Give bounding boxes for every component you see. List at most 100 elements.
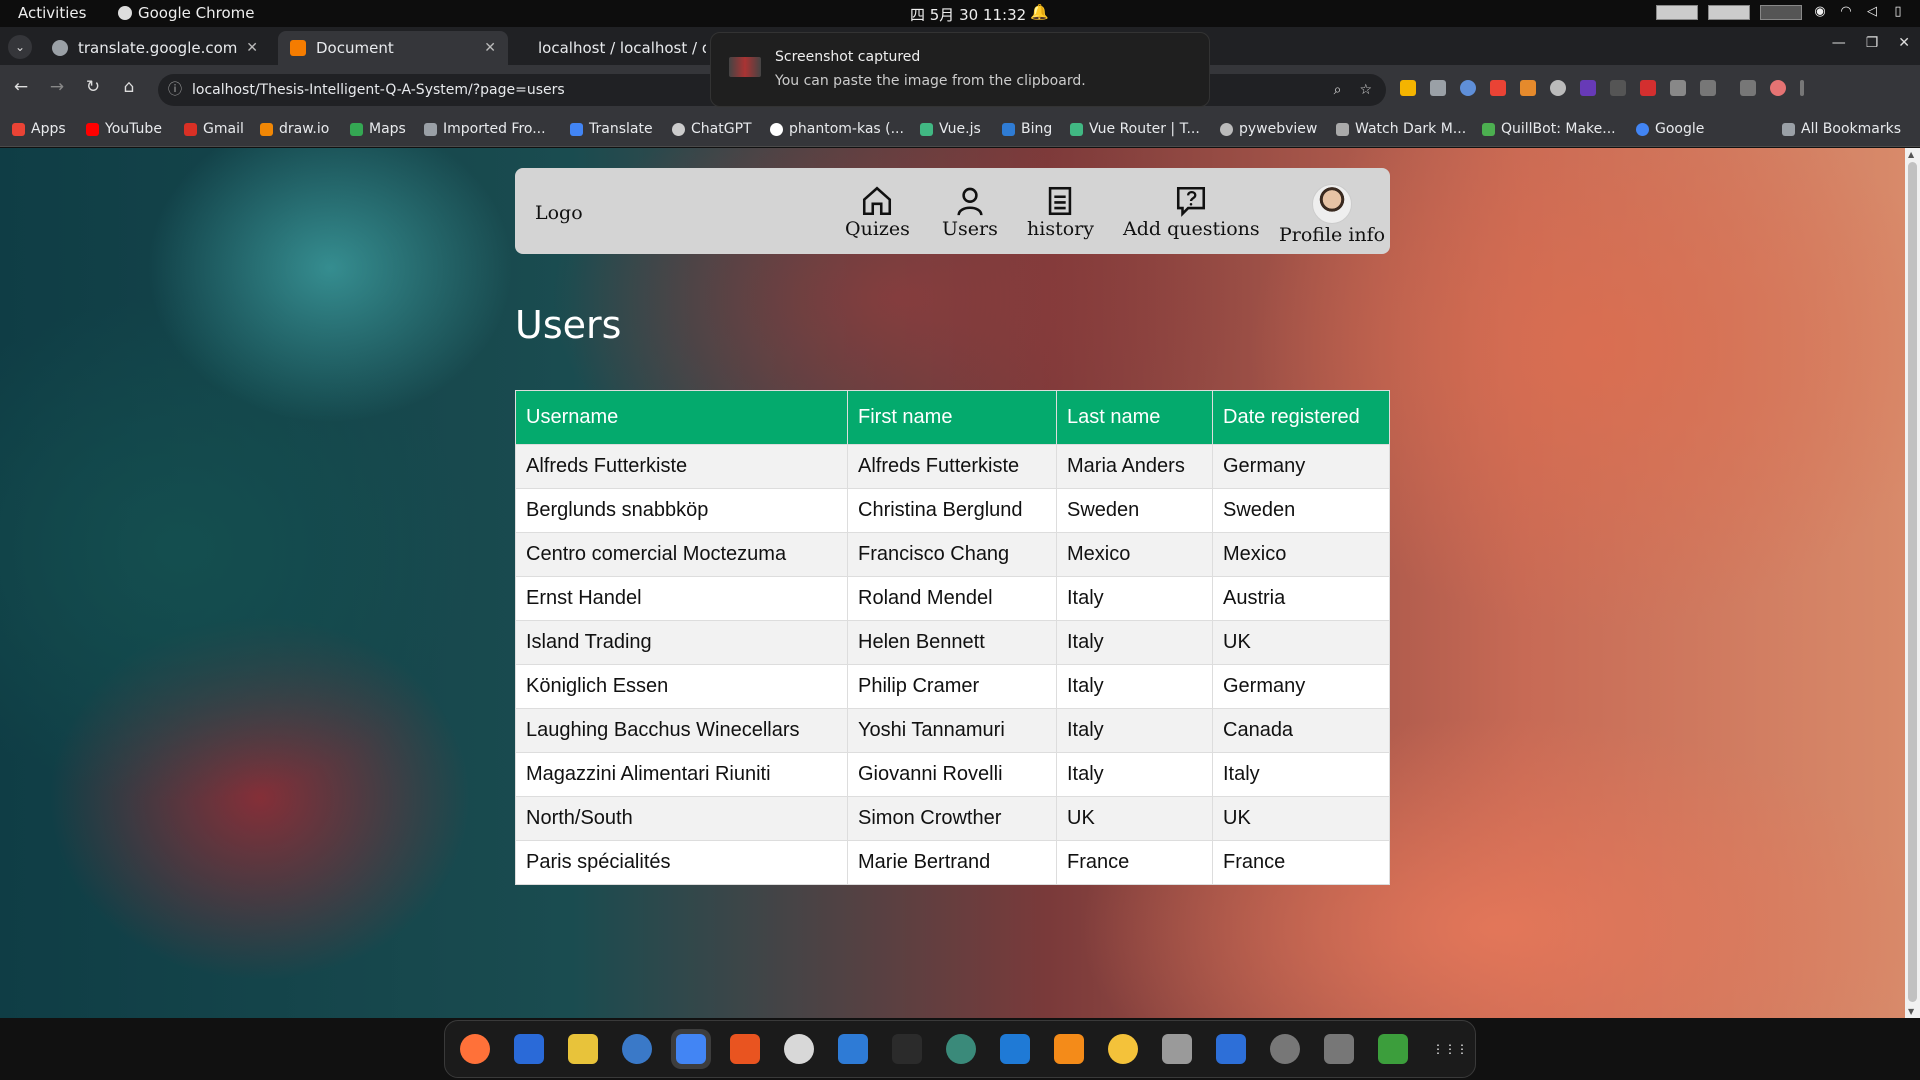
settings-icon[interactable] xyxy=(941,1029,981,1069)
site-logo[interactable]: Logo xyxy=(535,202,583,224)
appcenter-icon[interactable] xyxy=(1211,1029,1251,1069)
all-bookmarks[interactable]: All Bookmarks xyxy=(1782,121,1901,137)
disk2-icon[interactable] xyxy=(1319,1029,1359,1069)
grammar-extension-icon[interactable] xyxy=(1670,80,1686,96)
nav-users[interactable]: Users xyxy=(942,184,998,240)
blue-extension-icon[interactable] xyxy=(1460,80,1476,96)
check-extension-icon[interactable] xyxy=(1520,80,1536,96)
menu-icon[interactable] xyxy=(1800,80,1804,96)
bookmark-pywebview[interactable]: pywebview xyxy=(1220,121,1317,137)
chrome-tray-icon[interactable]: ◉ xyxy=(1812,4,1828,20)
workspace-indicator-1[interactable] xyxy=(1656,4,1698,20)
page-scrollbar[interactable]: ▲ ▼ xyxy=(1905,148,1920,1018)
scroll-down-icon[interactable]: ▼ xyxy=(1908,1007,1914,1016)
bookmark-apps[interactable]: Apps xyxy=(12,121,66,137)
minimize-icon[interactable]: — xyxy=(1832,35,1846,51)
writer-icon[interactable] xyxy=(617,1029,657,1069)
bookmark-youtube[interactable]: YouTube xyxy=(86,121,162,137)
column-header[interactable]: Username xyxy=(515,390,848,445)
avatar xyxy=(1312,184,1353,224)
bookmark-vuejs[interactable]: Vue.js xyxy=(920,121,981,137)
table-row: Island Trading Helen Bennett Italy UK xyxy=(515,620,1390,665)
reload-icon[interactable]: ↻ xyxy=(82,77,104,97)
close-icon[interactable]: ✕ xyxy=(246,40,258,56)
bookmark-google[interactable]: Google xyxy=(1636,121,1704,137)
badge-extension-icon[interactable] xyxy=(1580,80,1596,96)
bookmark-maps[interactable]: Maps xyxy=(350,121,406,137)
vuetools-extension-icon[interactable] xyxy=(1430,80,1446,96)
workspace-indicator-2[interactable] xyxy=(1708,4,1750,20)
bookmark-github[interactable]: phantom-kas (... xyxy=(770,121,904,137)
wifi-icon[interactable]: ◠ xyxy=(1838,4,1854,20)
close-icon[interactable]: ✕ xyxy=(484,40,496,56)
info-icon[interactable]: ⓘ xyxy=(168,74,182,106)
bookmark-imported[interactable]: Imported Fro... xyxy=(424,121,546,137)
react-extension-icon[interactable] xyxy=(1550,80,1566,96)
rhythmbox-icon[interactable] xyxy=(563,1029,603,1069)
youtube-extension-icon[interactable] xyxy=(1640,80,1656,96)
screenshot-notification[interactable]: Screenshot captured You can paste the im… xyxy=(710,32,1210,107)
thunderbird-icon[interactable] xyxy=(509,1029,549,1069)
system-tray[interactable]: ◉ ◠ ◁ ▯ xyxy=(1656,4,1906,20)
nav-add-questions[interactable]: Add questions xyxy=(1123,184,1260,240)
bolt-extension-icon[interactable] xyxy=(1610,80,1626,96)
bookmark-bing[interactable]: Bing xyxy=(1002,121,1052,137)
nav-profile-info[interactable]: Profile info xyxy=(1279,184,1385,246)
table-cell: Italy xyxy=(1056,664,1213,709)
system-top-bar: Activities Google Chrome 四 5月 30 11:32 🔔… xyxy=(0,0,1920,27)
table-cell: France xyxy=(1212,840,1390,885)
vlc-icon[interactable] xyxy=(1049,1029,1089,1069)
files-icon[interactable] xyxy=(1157,1029,1197,1069)
zoom-icon[interactable]: ⌕ xyxy=(1334,74,1342,106)
bookmark-translate[interactable]: Translate xyxy=(570,121,653,137)
scrollbar-thumb[interactable] xyxy=(1908,162,1917,1002)
pen-extension-icon[interactable] xyxy=(1400,80,1416,96)
chrome-icon xyxy=(118,6,132,20)
volume-icon[interactable]: ◁ xyxy=(1864,4,1880,20)
bell-icon[interactable]: 🔔 xyxy=(1030,3,1049,21)
firefox-icon[interactable] xyxy=(455,1029,495,1069)
nav-history[interactable]: history xyxy=(1027,184,1094,240)
workspace-indicator-3[interactable] xyxy=(1760,4,1802,20)
trash-icon[interactable] xyxy=(1373,1029,1413,1069)
restore-icon[interactable]: ❐ xyxy=(1866,35,1879,51)
red-extension-icon[interactable] xyxy=(1490,80,1506,96)
column-header[interactable]: First name xyxy=(847,390,1057,445)
tab-phpmyadmin[interactable]: localhost / localhost / q xyxy=(516,31,706,65)
activities-button[interactable]: Activities xyxy=(18,4,86,22)
download-icon[interactable] xyxy=(1740,80,1756,96)
app-grid-icon[interactable]: ⋮⋮⋮ xyxy=(1427,1029,1468,1069)
tab-document[interactable]: Document ✕ xyxy=(278,31,508,65)
clock[interactable]: 四 5月 30 11:32 xyxy=(910,4,1026,25)
bookmark-chatgpt[interactable]: ChatGPT xyxy=(672,121,752,137)
scroll-up-icon[interactable]: ▲ xyxy=(1908,150,1914,159)
puzzle-icon[interactable] xyxy=(1700,80,1716,96)
chrome-icon[interactable] xyxy=(671,1029,711,1069)
calculator-icon[interactable] xyxy=(1103,1029,1143,1069)
terminal-icon[interactable] xyxy=(887,1029,927,1069)
app-menu[interactable]: Google Chrome xyxy=(118,4,255,22)
star-icon[interactable]: ☆ xyxy=(1359,74,1372,106)
bookmark-quillbot[interactable]: QuillBot: Make... xyxy=(1482,121,1616,137)
disk-icon[interactable] xyxy=(1265,1029,1305,1069)
software-icon[interactable] xyxy=(725,1029,765,1069)
battery-icon[interactable]: ▯ xyxy=(1890,4,1906,20)
bookmark-gmail[interactable]: Gmail xyxy=(184,121,244,137)
column-header[interactable]: Date registered xyxy=(1212,390,1390,445)
help-icon[interactable] xyxy=(833,1029,873,1069)
forward-icon[interactable]: → xyxy=(46,77,68,97)
profile-icon[interactable] xyxy=(1770,80,1786,96)
chevron-down-icon[interactable]: ⌄ xyxy=(8,35,32,59)
installer-icon[interactable] xyxy=(779,1029,819,1069)
bookmark-drawio[interactable]: draw.io xyxy=(260,121,329,137)
files-glyph xyxy=(1162,1034,1192,1064)
nav-quizes[interactable]: Quizes xyxy=(845,184,910,240)
vscode-icon[interactable] xyxy=(995,1029,1035,1069)
close-window-icon[interactable]: ✕ xyxy=(1898,35,1910,51)
bookmark-watch-dark[interactable]: Watch Dark M... xyxy=(1336,121,1466,137)
column-header[interactable]: Last name xyxy=(1056,390,1213,445)
bookmark-vue-router[interactable]: Vue Router | T... xyxy=(1070,121,1200,137)
tab-translate[interactable]: translate.google.com ✕ xyxy=(40,31,270,65)
home-button-icon[interactable]: ⌂ xyxy=(118,77,140,97)
back-icon[interactable]: ← xyxy=(10,77,32,97)
